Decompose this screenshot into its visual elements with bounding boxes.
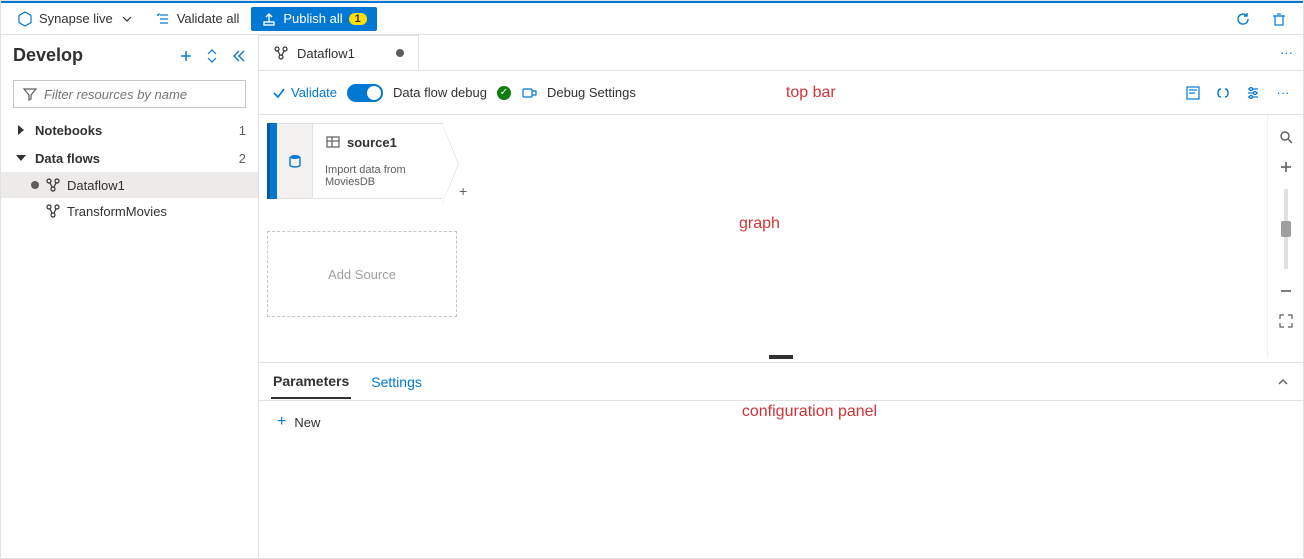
tab-title: Dataflow1	[297, 46, 355, 61]
collapse-panel-icon[interactable]	[1275, 374, 1291, 390]
tab-more-button[interactable]: ···	[1270, 35, 1303, 70]
dataflow-icon	[45, 203, 61, 219]
collapse-sidebar-icon[interactable]	[230, 48, 246, 64]
new-parameter-button[interactable]: + New	[277, 413, 1285, 431]
publish-badge: 1	[349, 13, 367, 25]
tree-child-label: TransformMovies	[67, 204, 167, 219]
debug-toggle[interactable]	[347, 84, 383, 102]
status-ok-icon: ✓	[497, 86, 511, 100]
sidebar-title: Develop	[13, 45, 170, 66]
filter-box[interactable]	[13, 80, 246, 108]
dirty-indicator-icon	[31, 181, 39, 189]
fit-screen-icon[interactable]	[1278, 313, 1294, 329]
panel-splitter[interactable]	[259, 358, 1303, 362]
tree-child-dataflow1[interactable]: Dataflow1	[1, 172, 258, 198]
zoom-out-icon[interactable]	[1278, 283, 1294, 299]
app-toolbar: Synapse live Validate all Publish all 1	[1, 1, 1303, 35]
settings-icon[interactable]	[1245, 85, 1261, 101]
upload-icon	[261, 11, 277, 27]
dataflow-icon	[273, 45, 289, 61]
database-icon	[287, 153, 303, 169]
configuration-panel: Parameters Settings configuration panel …	[259, 362, 1303, 558]
tabbar: Dataflow1 ···	[259, 35, 1303, 71]
validate-button[interactable]: Validate	[271, 85, 337, 101]
config-tab-settings[interactable]: Settings	[369, 366, 424, 398]
tab-dataflow1[interactable]: Dataflow1	[259, 35, 419, 70]
add-source-button[interactable]: Add Source	[267, 231, 457, 317]
dirty-indicator-icon	[396, 49, 404, 57]
publish-all-label: Publish all	[283, 11, 342, 26]
filter-input[interactable]	[44, 87, 237, 102]
checklist-icon	[155, 11, 171, 27]
add-resource-button[interactable]	[178, 48, 194, 64]
new-label: New	[294, 415, 320, 430]
tree-count: 1	[239, 123, 246, 138]
content-area: Dataflow1 ··· Validate Data flow debug ✓…	[259, 35, 1303, 558]
tree-count: 2	[239, 151, 246, 166]
discard-button[interactable]	[1263, 7, 1295, 31]
more-icon[interactable]: ···	[1275, 85, 1291, 101]
workspace-label: Synapse live	[39, 11, 113, 26]
zoom-in-icon[interactable]	[1278, 159, 1294, 175]
validate-label: Validate	[291, 85, 337, 100]
tree-child-label: Dataflow1	[67, 178, 125, 193]
chevron-down-icon	[119, 11, 135, 27]
table-icon	[325, 134, 341, 150]
workspace-dropdown[interactable]: Synapse live	[9, 7, 143, 31]
node-description: Import data from MoviesDB	[325, 164, 430, 188]
canvas-controls	[1267, 115, 1303, 358]
sidebar-header: Develop	[1, 35, 258, 76]
validate-all-button[interactable]: Validate all	[147, 7, 248, 31]
debug-session-icon[interactable]	[521, 85, 537, 101]
script-view-icon[interactable]	[1185, 85, 1201, 101]
hexagon-icon	[17, 11, 33, 27]
refresh-icon	[1235, 11, 1251, 27]
tree-node-notebooks[interactable]: Notebooks 1	[1, 116, 258, 144]
expand-all-icon[interactable]	[204, 48, 220, 64]
tree-child-transformmovies[interactable]: TransformMovies	[1, 198, 258, 224]
annotation-topbar: top bar	[786, 84, 836, 102]
chevron-down-icon	[13, 150, 29, 166]
tree-label: Notebooks	[35, 123, 233, 138]
check-icon	[271, 85, 287, 101]
tree-label: Data flows	[35, 151, 233, 166]
refresh-button[interactable]	[1227, 7, 1259, 31]
node-title-row: source1	[325, 134, 430, 150]
source-node[interactable]: source1 Import data from MoviesDB	[267, 123, 443, 199]
graph-canvas[interactable]: source1 Import data from MoviesDB + Add …	[259, 115, 1267, 358]
add-transform-button[interactable]: +	[459, 183, 467, 199]
dataflow-topbar: Validate Data flow debug ✓ Debug Setting…	[259, 71, 1303, 115]
sidebar: Develop Notebooks 1 Data flows 2 Dataflo…	[1, 35, 259, 558]
zoom-handle[interactable]	[1281, 221, 1291, 237]
tree-node-dataflows[interactable]: Data flows 2	[1, 144, 258, 172]
dataflow-icon	[45, 177, 61, 193]
debug-settings-button[interactable]: Debug Settings	[547, 85, 636, 100]
node-handle[interactable]	[267, 123, 277, 199]
code-icon[interactable]	[1215, 85, 1231, 101]
plus-icon: +	[277, 413, 286, 431]
node-icon-box	[277, 123, 313, 199]
filter-icon	[22, 86, 38, 102]
validate-all-label: Validate all	[177, 11, 240, 26]
debug-label: Data flow debug	[393, 85, 487, 100]
chevron-right-icon	[13, 122, 29, 138]
search-icon[interactable]	[1278, 129, 1294, 145]
node-title: source1	[347, 135, 397, 150]
publish-all-button[interactable]: Publish all 1	[251, 7, 376, 31]
trash-icon	[1271, 11, 1287, 27]
add-source-label: Add Source	[328, 267, 396, 282]
annotation-graph: graph	[739, 215, 780, 233]
config-tab-parameters[interactable]: Parameters	[271, 365, 351, 399]
zoom-slider[interactable]	[1284, 189, 1288, 269]
